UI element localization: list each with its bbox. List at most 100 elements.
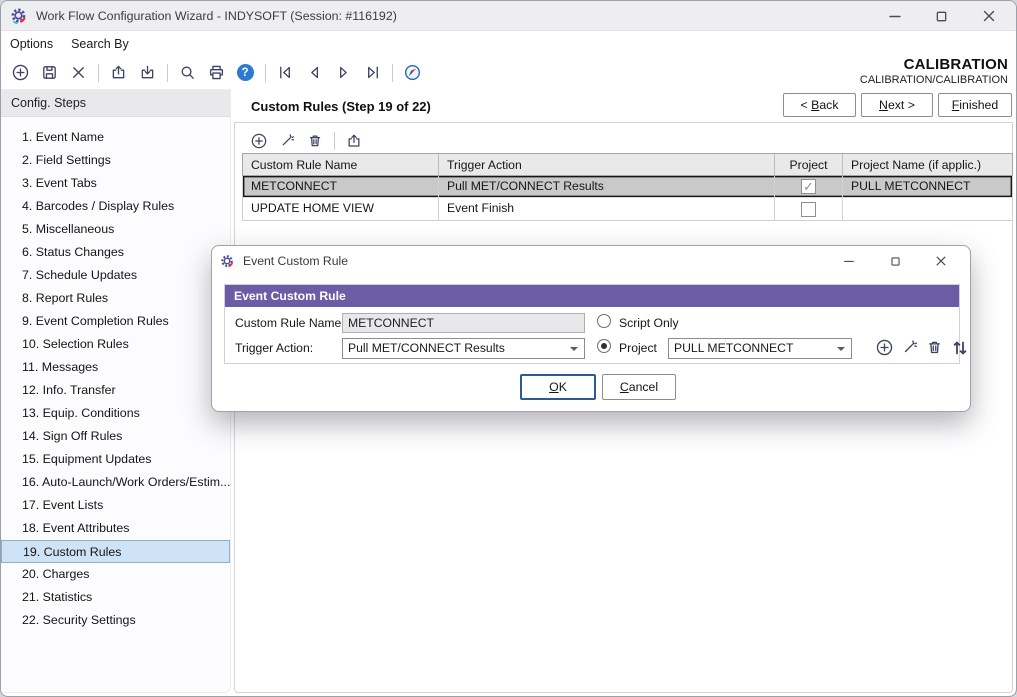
project-dropdown[interactable]: PULL METCONNECT [668,338,852,359]
sidebar-item-4[interactable]: 4. Barcodes / Display Rules [1,195,230,218]
toolbar-separator [98,64,99,82]
column-header-project-name[interactable]: Project Name (if applic.) [843,154,1012,175]
sidebar-item-18[interactable]: 18. Event Attributes [1,517,230,540]
cancel-button[interactable]: Cancel [602,374,676,400]
group-header: Event Custom Rule [225,285,959,307]
back-button[interactable]: < Back [783,93,856,117]
cell-rule-name: METCONNECT [243,176,439,197]
toolbar-separator [334,132,335,150]
menu-search-by[interactable]: Search By [62,32,138,57]
print-button[interactable] [204,61,228,85]
sidebar-item-14[interactable]: 14. Sign Off Rules [1,425,230,448]
sidebar-item-12[interactable]: 12. Info. Transfer [1,379,230,402]
nav-previous-button[interactable] [302,61,326,85]
menu-options[interactable]: Options [1,32,62,57]
sidebar-item-5[interactable]: 5. Miscellaneous [1,218,230,241]
dialog-title: Event Custom Rule [243,254,348,268]
event-custom-rule-group: Event Custom Rule Custom Rule Name: Trig… [224,284,960,364]
delete-button[interactable] [66,61,90,85]
sidebar-item-17[interactable]: 17. Event Lists [1,494,230,517]
dialog-title-bar: Event Custom Rule [212,246,970,276]
cell-project [775,176,843,197]
cell-trigger-action: Pull MET/CONNECT Results [439,176,775,197]
sidebar-item-3[interactable]: 3. Event Tabs [1,172,230,195]
sidebar-header: Config. Steps [1,90,230,117]
maximize-button[interactable] [918,1,965,31]
script-only-radio[interactable] [597,314,611,328]
column-header-project[interactable]: Project [775,154,843,175]
search-button[interactable] [175,61,199,85]
app-gear-icon [220,254,235,269]
help-button[interactable]: ? [233,61,257,85]
table-body: METCONNECT Pull MET/CONNECT Results PULL… [242,176,1013,221]
nav-first-button[interactable] [273,61,297,85]
edit-project-wand-button[interactable] [898,336,921,359]
edit-rule-wand-button[interactable] [275,129,299,153]
chevron-down-icon [570,347,578,351]
compass-button[interactable] [400,61,424,85]
ok-button[interactable]: OK [520,374,596,400]
sidebar-item-13[interactable]: 13. Equip. Conditions [1,402,230,425]
close-button[interactable] [965,1,1012,31]
table-row[interactable]: METCONNECT Pull MET/CONNECT Results PULL… [243,176,1012,198]
sidebar-item-6[interactable]: 6. Status Changes [1,241,230,264]
sidebar-item-7[interactable]: 7. Schedule Updates [1,264,230,287]
project-value: PULL METCONNECT [674,341,793,355]
sidebar-item-15[interactable]: 15. Equipment Updates [1,448,230,471]
sidebar-item-11[interactable]: 11. Messages [1,356,230,379]
sidebar-item-19[interactable]: 19. Custom Rules [1,540,230,563]
export-rules-button[interactable] [342,129,366,153]
add-rule-button[interactable] [247,129,271,153]
add-button[interactable] [8,61,32,85]
finished-button[interactable]: Finished [938,93,1012,117]
main-toolbar: ? [1,57,429,88]
sidebar-item-16[interactable]: 16. Auto-Launch/Work Orders/Estim... [1,471,230,494]
trigger-action-dropdown[interactable]: Pull MET/CONNECT Results [342,338,585,359]
dialog-maximize-button[interactable] [872,246,918,276]
cell-project-name: PULL METCONNECT [843,176,1012,197]
toolbar-separator [392,64,393,82]
minimize-button[interactable] [871,1,918,31]
project-checkbox[interactable] [801,202,816,217]
trigger-action-value: Pull MET/CONNECT Results [348,341,505,355]
table-row[interactable]: UPDATE HOME VIEW Event Finish [243,198,1012,220]
import-button[interactable] [135,61,159,85]
custom-rules-table: Custom Rule Name Trigger Action Project … [242,153,1013,221]
script-only-label: Script Only [619,316,679,330]
save-button[interactable] [37,61,61,85]
sidebar-item-9[interactable]: 9. Event Completion Rules [1,310,230,333]
sidebar-item-8[interactable]: 8. Report Rules [1,287,230,310]
dialog-minimize-button[interactable] [826,246,872,276]
cell-project [775,198,843,220]
project-checkbox[interactable] [801,179,816,194]
window-controls [871,1,1012,31]
cell-trigger-action: Event Finish [439,198,775,220]
delete-rule-button[interactable] [303,129,327,153]
nav-next-button[interactable] [331,61,355,85]
sidebar-item-1[interactable]: 1. Event Name [1,126,230,149]
column-header-custom-rule-name[interactable]: Custom Rule Name [243,154,439,175]
help-icon: ? [237,64,254,81]
sidebar-item-22[interactable]: 22. Security Settings [1,609,230,632]
sidebar-item-20[interactable]: 20. Charges [1,563,230,586]
dialog-close-button[interactable] [918,246,964,276]
dialog-window-controls [826,246,964,276]
nav-last-button[interactable] [360,61,384,85]
custom-rule-name-field[interactable] [342,313,585,333]
custom-rule-name-label: Custom Rule Name: [235,316,345,330]
reorder-up-down-button[interactable] [948,336,971,359]
column-header-trigger-action[interactable]: Trigger Action [439,154,775,175]
context-title: CALIBRATION [904,56,1008,73]
event-custom-rule-dialog: Event Custom Rule Event Custom Rule Cust… [211,245,971,412]
next-button[interactable]: Next > [861,93,933,117]
sidebar-item-21[interactable]: 21. Statistics [1,586,230,609]
window-title: Work Flow Configuration Wizard - INDYSOF… [36,9,397,23]
delete-project-button[interactable] [923,336,946,359]
trigger-action-label: Trigger Action: [235,341,313,355]
add-project-button[interactable] [873,336,896,359]
sidebar-item-2[interactable]: 2. Field Settings [1,149,230,172]
sidebar-item-10[interactable]: 10. Selection Rules [1,333,230,356]
project-radio[interactable] [597,339,611,353]
cell-project-name [843,198,1012,220]
export-button[interactable] [106,61,130,85]
